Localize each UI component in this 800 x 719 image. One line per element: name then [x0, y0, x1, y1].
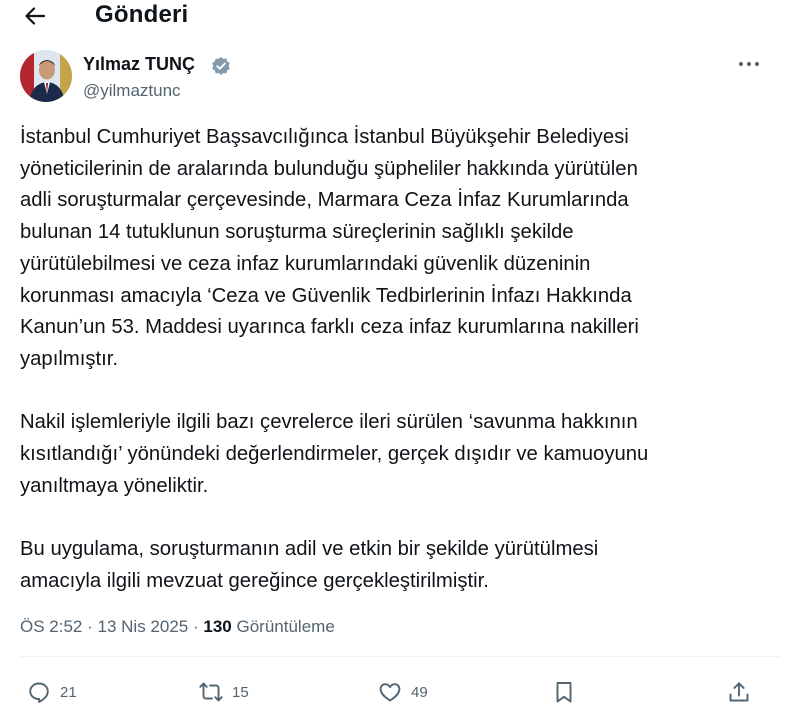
more-options-button[interactable]	[736, 54, 762, 74]
meta-separator: ·	[192, 617, 199, 636]
verified-badge-icon	[212, 56, 230, 75]
share-icon	[729, 682, 749, 702]
tweet-meta: ÖS 2:52 · 13 Nis 2025 · 130 Görüntüleme	[20, 617, 335, 637]
action-bar: 21 15 49	[0, 674, 800, 710]
tweet-line: yapılmıştır.	[20, 347, 119, 370]
top-bar: Gönderi	[0, 0, 800, 34]
views-count: 130	[203, 617, 232, 636]
reply-count: 21	[60, 683, 77, 701]
arrow-left-icon	[25, 7, 46, 25]
avatar-photo	[20, 50, 72, 102]
tweet-date[interactable]: 13 Nis 2025	[98, 617, 189, 636]
bookmark-button[interactable]	[552, 674, 576, 710]
repost-count: 15	[232, 683, 249, 701]
tweet-line: Nakil işlemleriyle ilgili bazı çevrelerc…	[20, 411, 638, 434]
reply-icon	[29, 682, 49, 703]
author-name[interactable]: Yılmaz TUNÇ	[83, 54, 195, 75]
views-label: Görüntüleme	[236, 617, 335, 636]
page-title: Gönderi	[95, 1, 189, 28]
repost-icon	[199, 682, 223, 702]
tweet-paragraph: Nakil işlemleriyle ilgili bazı çevrelerc…	[20, 407, 780, 502]
tweet-line: amacıyla ilgili mevzuat gereğince gerçek…	[20, 569, 489, 592]
tweet-line: korunması amacıyla ‘Ceza ve Güvenlik Ted…	[20, 284, 632, 307]
tweet-time[interactable]: ÖS 2:52	[20, 617, 82, 636]
tweet-line: Bu uygulama, soruşturmanın adil ve etkin…	[20, 538, 599, 561]
tweet-line: Kanun’un 53. Maddesi uyarınca farklı cez…	[20, 316, 639, 339]
share-button[interactable]	[727, 674, 751, 710]
like-count: 49	[411, 683, 428, 701]
tweet-paragraph: İstanbul Cumhuriyet Başsavcılığınca İsta…	[20, 122, 780, 376]
tweet-line: adli soruşturmalar çerçevesinde, Marmara…	[20, 189, 629, 212]
tweet-line: kısıtlandığı’ yönündeki değerlendirmeler…	[20, 443, 649, 466]
author-handle[interactable]: @yilmaztunc	[83, 81, 181, 101]
tweet-line: bulunan 14 tutuklunun soruşturma süreçle…	[20, 221, 574, 244]
avatar[interactable]	[20, 50, 72, 102]
tweet-line: yöneticilerinin de aralarında bulunduğu …	[20, 157, 638, 180]
author-block: Yılmaz TUNÇ @yilmaztunc	[20, 50, 780, 106]
tweet-text: İstanbul Cumhuriyet Başsavcılığınca İsta…	[20, 122, 780, 598]
tweet-line: yanıltmaya yöneliktir.	[20, 474, 209, 497]
bookmark-icon	[556, 682, 572, 703]
repost-button[interactable]: 15	[199, 674, 249, 710]
tweet-line: yürütülebilmesi ve ceza infaz kurumların…	[20, 252, 591, 275]
back-button[interactable]	[22, 4, 48, 28]
like-button[interactable]: 49	[378, 674, 428, 710]
heart-icon	[379, 683, 401, 702]
meta-separator: ·	[87, 617, 93, 636]
more-horizontal-icon	[739, 62, 759, 66]
tweet-paragraph: Bu uygulama, soruşturmanın adil ve etkin…	[20, 534, 780, 597]
tweet-line: İstanbul Cumhuriyet Başsavcılığınca İsta…	[20, 126, 629, 148]
divider	[20, 656, 780, 657]
reply-button[interactable]: 21	[27, 674, 77, 710]
